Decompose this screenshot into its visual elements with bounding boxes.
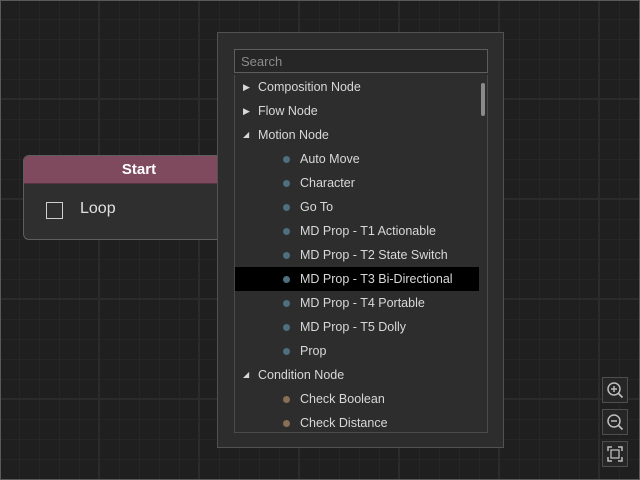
triangle-down-icon[interactable]: ◢: [243, 123, 253, 147]
item-label: Auto Move: [300, 152, 360, 166]
item-label: MD Prop - T2 State Switch: [300, 248, 448, 262]
list-item[interactable]: MD Prop - T2 State Switch: [235, 243, 487, 267]
item-label: Flow Node: [258, 104, 318, 118]
category-row[interactable]: ▶ Composition Node: [235, 75, 487, 99]
category-row[interactable]: ◢ Motion Node: [235, 123, 487, 147]
node-list: ▶ Composition Node ▶ Flow Node ◢ Motion Node A…: [234, 75, 488, 433]
triangle-down-icon[interactable]: ◢: [243, 363, 253, 387]
bullet-dot-icon: [283, 204, 290, 211]
item-label: MD Prop - T4 Portable: [300, 296, 425, 310]
bullet-dot-icon: [283, 276, 290, 283]
loop-checkbox[interactable]: [46, 202, 63, 219]
item-label: Prop: [300, 344, 327, 358]
bullet-dot-icon: [283, 396, 290, 403]
node-picker-popup: ▶ Composition Node ▶ Flow Node ◢ Motion Node A…: [217, 32, 504, 448]
loop-label: Loop: [80, 200, 116, 217]
item-label: Condition Node: [258, 368, 345, 382]
triangle-right-icon[interactable]: ▶: [243, 99, 253, 123]
item-label: Check Boolean: [300, 392, 385, 406]
zoom-in-icon: [607, 382, 624, 399]
bullet-dot-icon: [283, 180, 290, 187]
list-item[interactable]: MD Prop - T3 Bi-Directional: [235, 267, 479, 291]
bullet-dot-icon: [283, 156, 290, 163]
fit-view-button[interactable]: [602, 441, 628, 467]
list-item[interactable]: Character: [235, 171, 487, 195]
zoom-in-button[interactable]: [602, 377, 628, 403]
bullet-dot-icon: [283, 324, 290, 331]
list-item[interactable]: Auto Move: [235, 147, 487, 171]
bullet-dot-icon: [283, 228, 290, 235]
fit-view-icon: [607, 446, 623, 462]
list-item[interactable]: Check Distance: [235, 411, 487, 432]
category-row[interactable]: ▶ Flow Node: [235, 99, 487, 123]
list-item[interactable]: Prop: [235, 339, 487, 363]
triangle-right-icon[interactable]: ▶: [243, 75, 253, 99]
item-label: Motion Node: [258, 128, 329, 142]
list-item[interactable]: MD Prop - T4 Portable: [235, 291, 487, 315]
item-label: Composition Node: [258, 80, 361, 94]
zoom-out-button[interactable]: [602, 409, 628, 435]
bullet-dot-icon: [283, 300, 290, 307]
list-item[interactable]: MD Prop - T5 Dolly: [235, 315, 487, 339]
item-label: Check Distance: [300, 416, 388, 430]
item-label: MD Prop - T1 Actionable: [300, 224, 436, 238]
bullet-dot-icon: [283, 420, 290, 427]
item-label: Go To: [300, 200, 334, 214]
bullet-dot-icon: [283, 252, 290, 259]
search-input[interactable]: [234, 49, 488, 73]
zoom-out-icon: [607, 414, 624, 431]
item-label: Character: [300, 176, 355, 190]
item-label: MD Prop - T3 Bi-Directional: [300, 272, 453, 286]
list-item[interactable]: Go To: [235, 195, 487, 219]
list-item[interactable]: Check Boolean: [235, 387, 487, 411]
category-row[interactable]: ◢ Condition Node: [235, 363, 487, 387]
list-item[interactable]: MD Prop - T1 Actionable: [235, 219, 487, 243]
bullet-dot-icon: [283, 348, 290, 355]
item-label: MD Prop - T5 Dolly: [300, 320, 407, 334]
